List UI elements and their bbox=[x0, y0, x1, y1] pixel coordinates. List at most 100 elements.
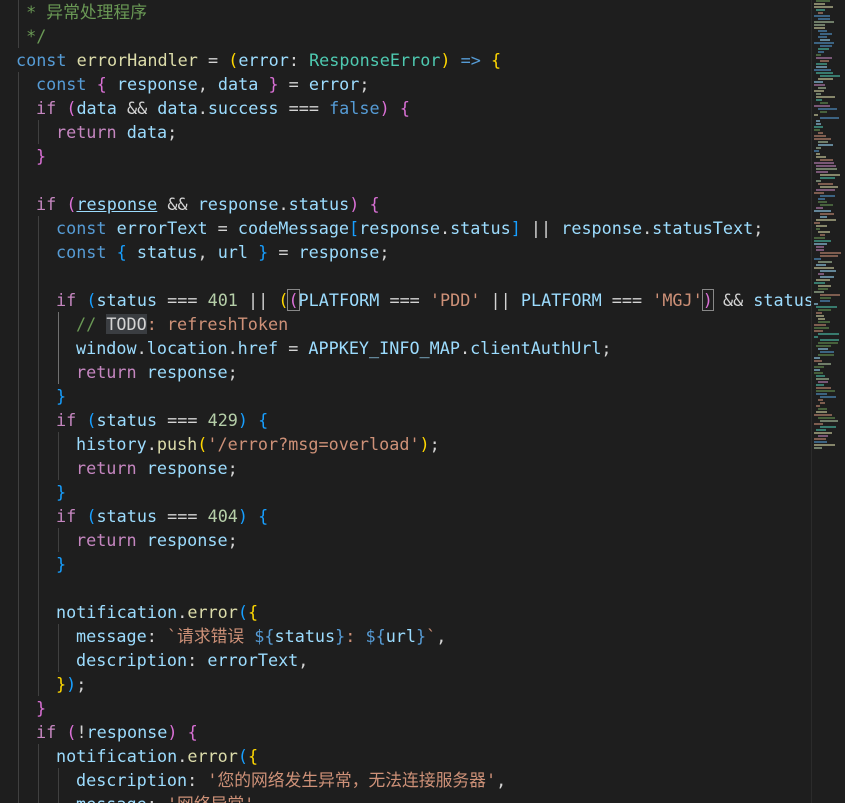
code-token: { bbox=[116, 242, 127, 262]
minimap-line bbox=[814, 336, 818, 338]
code-token: [ bbox=[349, 218, 360, 238]
code-line[interactable]: history.push('/error?msg=overload'); bbox=[16, 432, 811, 456]
code-line[interactable]: if (status === 401 || ((PLATFORM === 'PD… bbox=[16, 288, 811, 312]
code-token: === bbox=[157, 290, 208, 310]
minimap-line bbox=[816, 279, 830, 281]
code-line[interactable]: description: errorText, bbox=[16, 648, 811, 672]
minimap-line bbox=[816, 168, 837, 170]
code-line[interactable]: message: `请求错误 ${status}: ${url}`, bbox=[16, 624, 811, 648]
minimap-line bbox=[816, 96, 835, 98]
minimap-line bbox=[820, 351, 834, 353]
minimap-line bbox=[818, 108, 837, 110]
minimap-line bbox=[818, 381, 828, 383]
indent-guide bbox=[18, 552, 19, 576]
indent-guide bbox=[18, 192, 19, 216]
indent-guide bbox=[18, 672, 19, 696]
code-line[interactable]: } bbox=[16, 480, 811, 504]
code-token: ; bbox=[227, 458, 238, 478]
code-line[interactable]: description: '您的网络发生异常，无法连接服务器', bbox=[16, 768, 811, 792]
code-line[interactable] bbox=[16, 168, 811, 192]
code-token: ResponseError bbox=[309, 50, 441, 70]
minimap-line bbox=[816, 345, 831, 347]
code-token: : bbox=[187, 770, 208, 790]
code-line[interactable]: // TODO: refreshToken bbox=[16, 312, 811, 336]
code-line[interactable]: if (data && data.success === false) { bbox=[16, 96, 811, 120]
minimap-line bbox=[814, 267, 834, 269]
minimap-line bbox=[818, 309, 831, 311]
code-line[interactable]: notification.error({ bbox=[16, 744, 811, 768]
minimap[interactable] bbox=[814, 0, 845, 450]
minimap-line bbox=[818, 318, 825, 320]
code-line[interactable] bbox=[16, 576, 811, 600]
code-line[interactable]: if (response && response.status) { bbox=[16, 192, 811, 216]
code-editor[interactable]: * 异常处理程序 */const errorHandler = (error: … bbox=[0, 0, 811, 803]
code-token: if bbox=[56, 506, 77, 526]
minimap-line bbox=[814, 291, 824, 293]
minimap-line bbox=[820, 102, 828, 104]
minimap-line bbox=[820, 75, 840, 77]
minimap-line bbox=[816, 165, 836, 167]
code-line[interactable]: window.location.href = APPKEY_INFO_MAP.c… bbox=[16, 336, 811, 360]
code-line[interactable]: } bbox=[16, 384, 811, 408]
minimap-line bbox=[820, 117, 839, 119]
code-line[interactable]: return data; bbox=[16, 120, 811, 144]
minimap-line bbox=[816, 120, 820, 122]
code-token: : bbox=[147, 794, 167, 803]
code-line[interactable]: } bbox=[16, 552, 811, 576]
minimap-line bbox=[816, 249, 824, 251]
code-token: { bbox=[490, 50, 502, 70]
code-token: && bbox=[116, 98, 158, 118]
code-line[interactable]: notification.error({ bbox=[16, 600, 811, 624]
code-token: errorHandler bbox=[76, 50, 198, 70]
code-line[interactable]: * 异常处理程序 bbox=[16, 0, 811, 24]
minimap-line bbox=[816, 411, 827, 413]
code-line[interactable]: if (!response) { bbox=[16, 720, 811, 744]
code-line[interactable]: return response; bbox=[16, 360, 811, 384]
code-token: } bbox=[36, 146, 47, 166]
minimap-line bbox=[814, 441, 827, 443]
indent-guide bbox=[18, 168, 19, 192]
code-token: false bbox=[329, 98, 380, 118]
minimap-line bbox=[816, 63, 827, 65]
minimap-line bbox=[816, 171, 828, 173]
code-line[interactable]: */ bbox=[16, 24, 811, 48]
minimap-line bbox=[820, 45, 832, 47]
indent-guide bbox=[18, 720, 19, 744]
minimap-line bbox=[820, 420, 838, 422]
code-token: errorText bbox=[116, 218, 208, 238]
code-token: ` bbox=[426, 626, 437, 646]
minimap-line bbox=[820, 174, 840, 176]
code-line[interactable]: const { response, data } = error; bbox=[16, 72, 811, 96]
code-token: 404 bbox=[207, 506, 238, 526]
code-line[interactable]: if (status === 429) { bbox=[16, 408, 811, 432]
code-token: url bbox=[217, 242, 249, 262]
code-token: ) bbox=[237, 410, 249, 430]
indent-guide bbox=[18, 576, 19, 600]
minimap-line bbox=[820, 339, 839, 341]
code-line[interactable]: const errorHandler = (error: ResponseErr… bbox=[16, 48, 811, 72]
code-line[interactable]: if (status === 404) { bbox=[16, 504, 811, 528]
code-line[interactable]: }); bbox=[16, 672, 811, 696]
code-token: ( bbox=[228, 50, 239, 70]
code-line[interactable] bbox=[16, 264, 811, 288]
code-token: ! bbox=[76, 722, 87, 742]
code-line[interactable]: return response; bbox=[16, 528, 811, 552]
code-token: status bbox=[136, 242, 198, 262]
minimap-line bbox=[820, 252, 841, 254]
code-token: { bbox=[248, 602, 259, 622]
code-line[interactable]: } bbox=[16, 144, 811, 168]
code-line[interactable]: message: '网络异常', bbox=[16, 792, 811, 803]
code-line[interactable]: const errorText = codeMessage[response.s… bbox=[16, 216, 811, 240]
code-line[interactable]: const { status, url } = response; bbox=[16, 240, 811, 264]
code-token: ; bbox=[227, 530, 238, 550]
minimap-line bbox=[818, 354, 834, 356]
code-line[interactable]: } bbox=[16, 696, 811, 720]
code-line[interactable]: return response; bbox=[16, 456, 811, 480]
code-token: . bbox=[177, 602, 188, 622]
minimap-line bbox=[820, 402, 825, 404]
minimap-line bbox=[814, 432, 832, 434]
minimap-line bbox=[820, 270, 836, 272]
